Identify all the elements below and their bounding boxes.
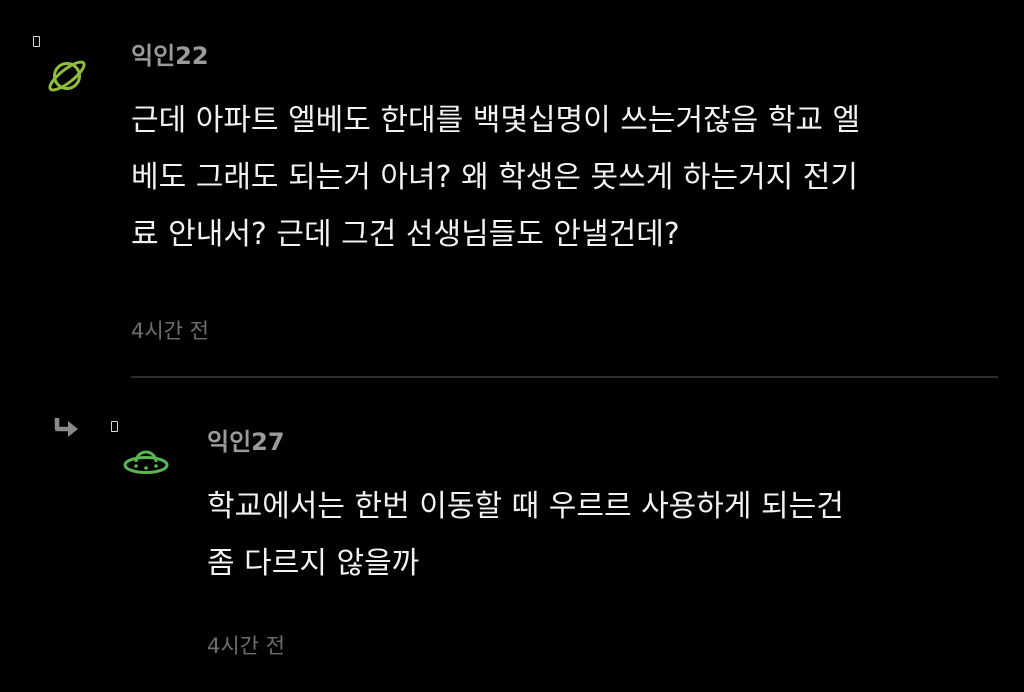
badge-icon: [111, 421, 118, 432]
comment-line: 학교에서는 한번 이동할 때 우르르 사용하게 되는건: [207, 489, 844, 524]
divider: [131, 376, 998, 378]
comment-line: 베도 그래도 되는거 아녀? 왜 학생은 못쓰게 하는거지 전기: [131, 160, 859, 195]
comment-author[interactable]: 익인22: [131, 36, 209, 71]
reply-arrow-icon: [54, 418, 78, 437]
comment-line: 근데 아파트 엘베도 한대를 백몇십명이 쓰는거잖음 학교 엘: [131, 103, 861, 138]
ufo-icon: [123, 450, 169, 474]
comment-author[interactable]: 익인27: [207, 422, 285, 457]
comment-body: 학교에서는 한번 이동할 때 우르르 사용하게 되는건 좀 다르지 않을까: [207, 478, 844, 592]
comment-body: 근데 아파트 엘베도 한대를 백몇십명이 쓰는거잖음 학교 엘 베도 그래도 되…: [131, 92, 860, 263]
badge-icon: [33, 36, 40, 47]
comment-timestamp: 4시간 전: [207, 634, 285, 658]
planet-icon: [48, 60, 86, 92]
comment-timestamp: 4시간 전: [131, 319, 209, 343]
comment-line: 좀 다르지 않을까: [207, 546, 420, 581]
comment-line: 료 안내서? 근데 그건 선생님들도 안낼건데?: [131, 217, 680, 252]
